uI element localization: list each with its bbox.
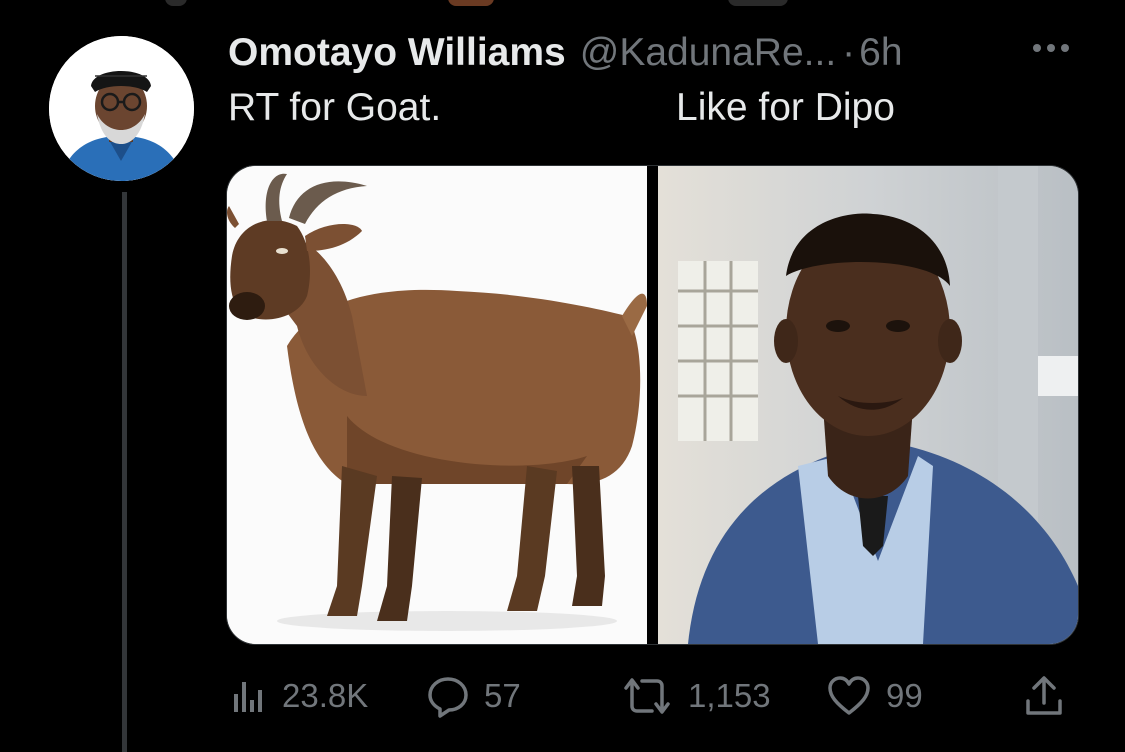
reply-button[interactable]: 57: [426, 668, 521, 724]
tweet-text-right: Like for Dipo: [676, 86, 895, 129]
like-count: 99: [886, 677, 923, 714]
author-handle[interactable]: @KadunaRe...: [580, 31, 836, 75]
separator: ·: [842, 31, 856, 74]
tweet-header: Omotayo Williams @KadunaRe... · 6h: [228, 28, 903, 78]
tweet-text-left: RT for Goat.: [228, 86, 442, 129]
views-count: 23.8K: [282, 677, 369, 714]
author-name[interactable]: Omotayo Williams: [228, 31, 566, 75]
retweet-button[interactable]: 1,153: [620, 668, 771, 724]
views-icon: [234, 682, 262, 712]
more-icon[interactable]: [1028, 33, 1074, 63]
views-button[interactable]: 23.8K: [228, 668, 368, 724]
share-button[interactable]: [1023, 668, 1065, 724]
share-icon: [1026, 676, 1062, 715]
media-divider: [647, 166, 658, 644]
tweet-time[interactable]: 6h: [859, 31, 902, 75]
retweet-icon: [624, 678, 670, 714]
previous-tweet-edge: [0, 0, 1125, 8]
dipo-image[interactable]: [658, 166, 1078, 644]
tweet-actions: 23.8K 57 1,153 99: [228, 668, 1078, 724]
thread-line: [122, 192, 127, 752]
avatar-portrait: [49, 36, 194, 181]
reply-count: 57: [484, 677, 521, 714]
tweet-media[interactable]: [226, 165, 1079, 645]
author-avatar[interactable]: [49, 36, 194, 181]
goat-image[interactable]: [227, 166, 647, 644]
reply-icon: [428, 677, 468, 718]
more-dot: [1033, 44, 1041, 52]
more-dot: [1047, 44, 1055, 52]
more-dot: [1061, 44, 1069, 52]
like-button[interactable]: 99: [826, 668, 923, 724]
like-icon: [828, 676, 870, 715]
retweet-count: 1,153: [688, 677, 771, 714]
